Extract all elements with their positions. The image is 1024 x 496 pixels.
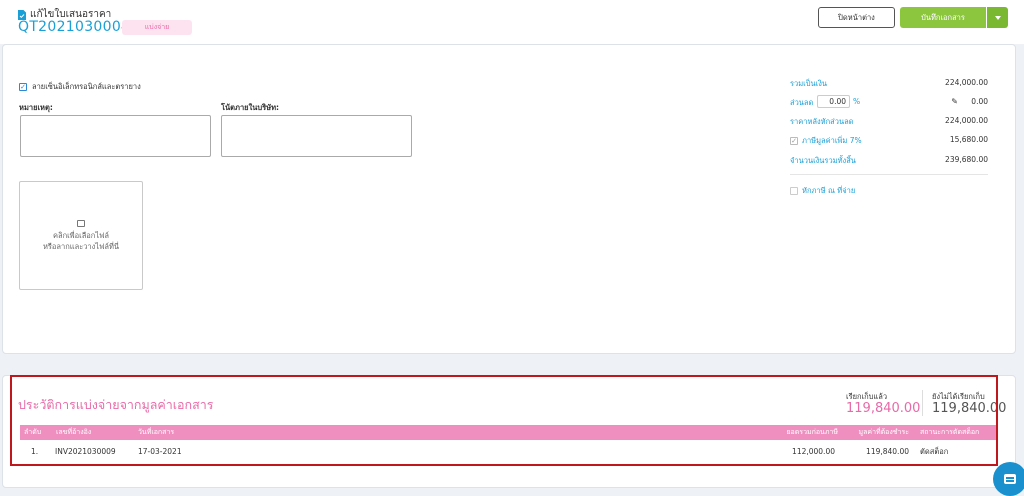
document-footer-card: ✓ ลายเซ็นอิเล็กทรอนิกส์และตรายาง หมายเหต… [2,44,1016,354]
installment-badge: แบ่งจ่าย [122,20,192,35]
document-edit-icon [18,9,26,20]
esign-label: ลายเซ็นอิเล็กทรอนิกส์และตรายาง [32,82,141,91]
upload-hint-line2: หรือลากและวางไฟล์ที่นี่ [42,241,120,251]
grand-total-label: จำนวนเงินรวมทั้งสิ้น [790,156,856,165]
chat-button[interactable] [993,462,1024,496]
summary-divider [790,174,988,175]
discount-label: ส่วนลด [790,98,814,107]
highlight-box [10,375,998,466]
document-number: QT2021030004 [18,19,131,35]
summary-wht-row: หักภาษี ณ ที่จ่าย [790,185,988,197]
summary-vat-row: ✓ ภาษีมูลค่าเพิ่ม 7% 15,680.00 [790,135,988,147]
total-value: 224,000.00 [945,78,988,87]
after-discount-label: ราคาหลังหักส่วนลด [790,117,854,126]
wht-label: หักภาษี ณ ที่จ่าย [802,186,856,195]
vat-label: ภาษีมูลค่าเพิ่ม 7% [802,136,862,145]
discount-percent-input[interactable]: 0.00 [817,95,850,108]
summary-discount-row: ส่วนลด 0.00 % ✎ 0.00 [790,95,988,109]
vat-checkbox[interactable]: ✓ [790,137,798,145]
wht-option[interactable]: หักภาษี ณ ที่จ่าย [790,185,855,197]
percent-symbol: % [853,97,861,106]
esign-option[interactable]: ✓ ลายเซ็นอิเล็กทรอนิกส์และตรายาง [19,81,141,93]
wht-checkbox[interactable] [790,187,798,195]
save-document-button[interactable]: บันทึกเอกสาร [900,7,986,28]
remark-label: หมายเหตุ: [19,103,53,112]
file-upload-dropzone[interactable]: คลิกเพื่อเลือกไฟล์ หรือลากและวางไฟล์ที่น… [19,181,143,290]
remark-textarea[interactable] [20,115,211,157]
discount-value: 0.00 [971,97,988,106]
close-window-button[interactable]: ปิดหน้าต่าง [818,7,895,28]
internal-note-textarea[interactable] [221,115,412,157]
summary-grand-total-row: จำนวนเงินรวมทั้งสิ้น 239,680.00 [790,155,988,167]
internal-note-label: โน้ตภายในบริษัท: [221,103,280,112]
grand-total-value: 239,680.00 [945,155,988,164]
total-label: รวมเป็นเงิน [790,79,827,88]
chevron-down-icon [994,15,1001,20]
vat-option[interactable]: ✓ ภาษีมูลค่าเพิ่ม 7% [790,135,862,147]
summary-after-discount-row: ราคาหลังหักส่วนลด 224,000.00 [790,116,988,128]
after-discount-value: 224,000.00 [945,116,988,125]
image-icon [77,219,85,227]
vat-value: 15,680.00 [949,135,988,144]
save-options-dropdown[interactable] [987,7,1008,28]
summary-total-row: รวมเป็นเงิน 224,000.00 [790,78,988,90]
esign-checkbox[interactable]: ✓ [19,83,27,91]
chat-icon [1004,474,1016,484]
upload-hint-line1: คลิกเพื่อเลือกไฟล์ [52,230,110,240]
pencil-icon[interactable]: ✎ [951,97,958,106]
